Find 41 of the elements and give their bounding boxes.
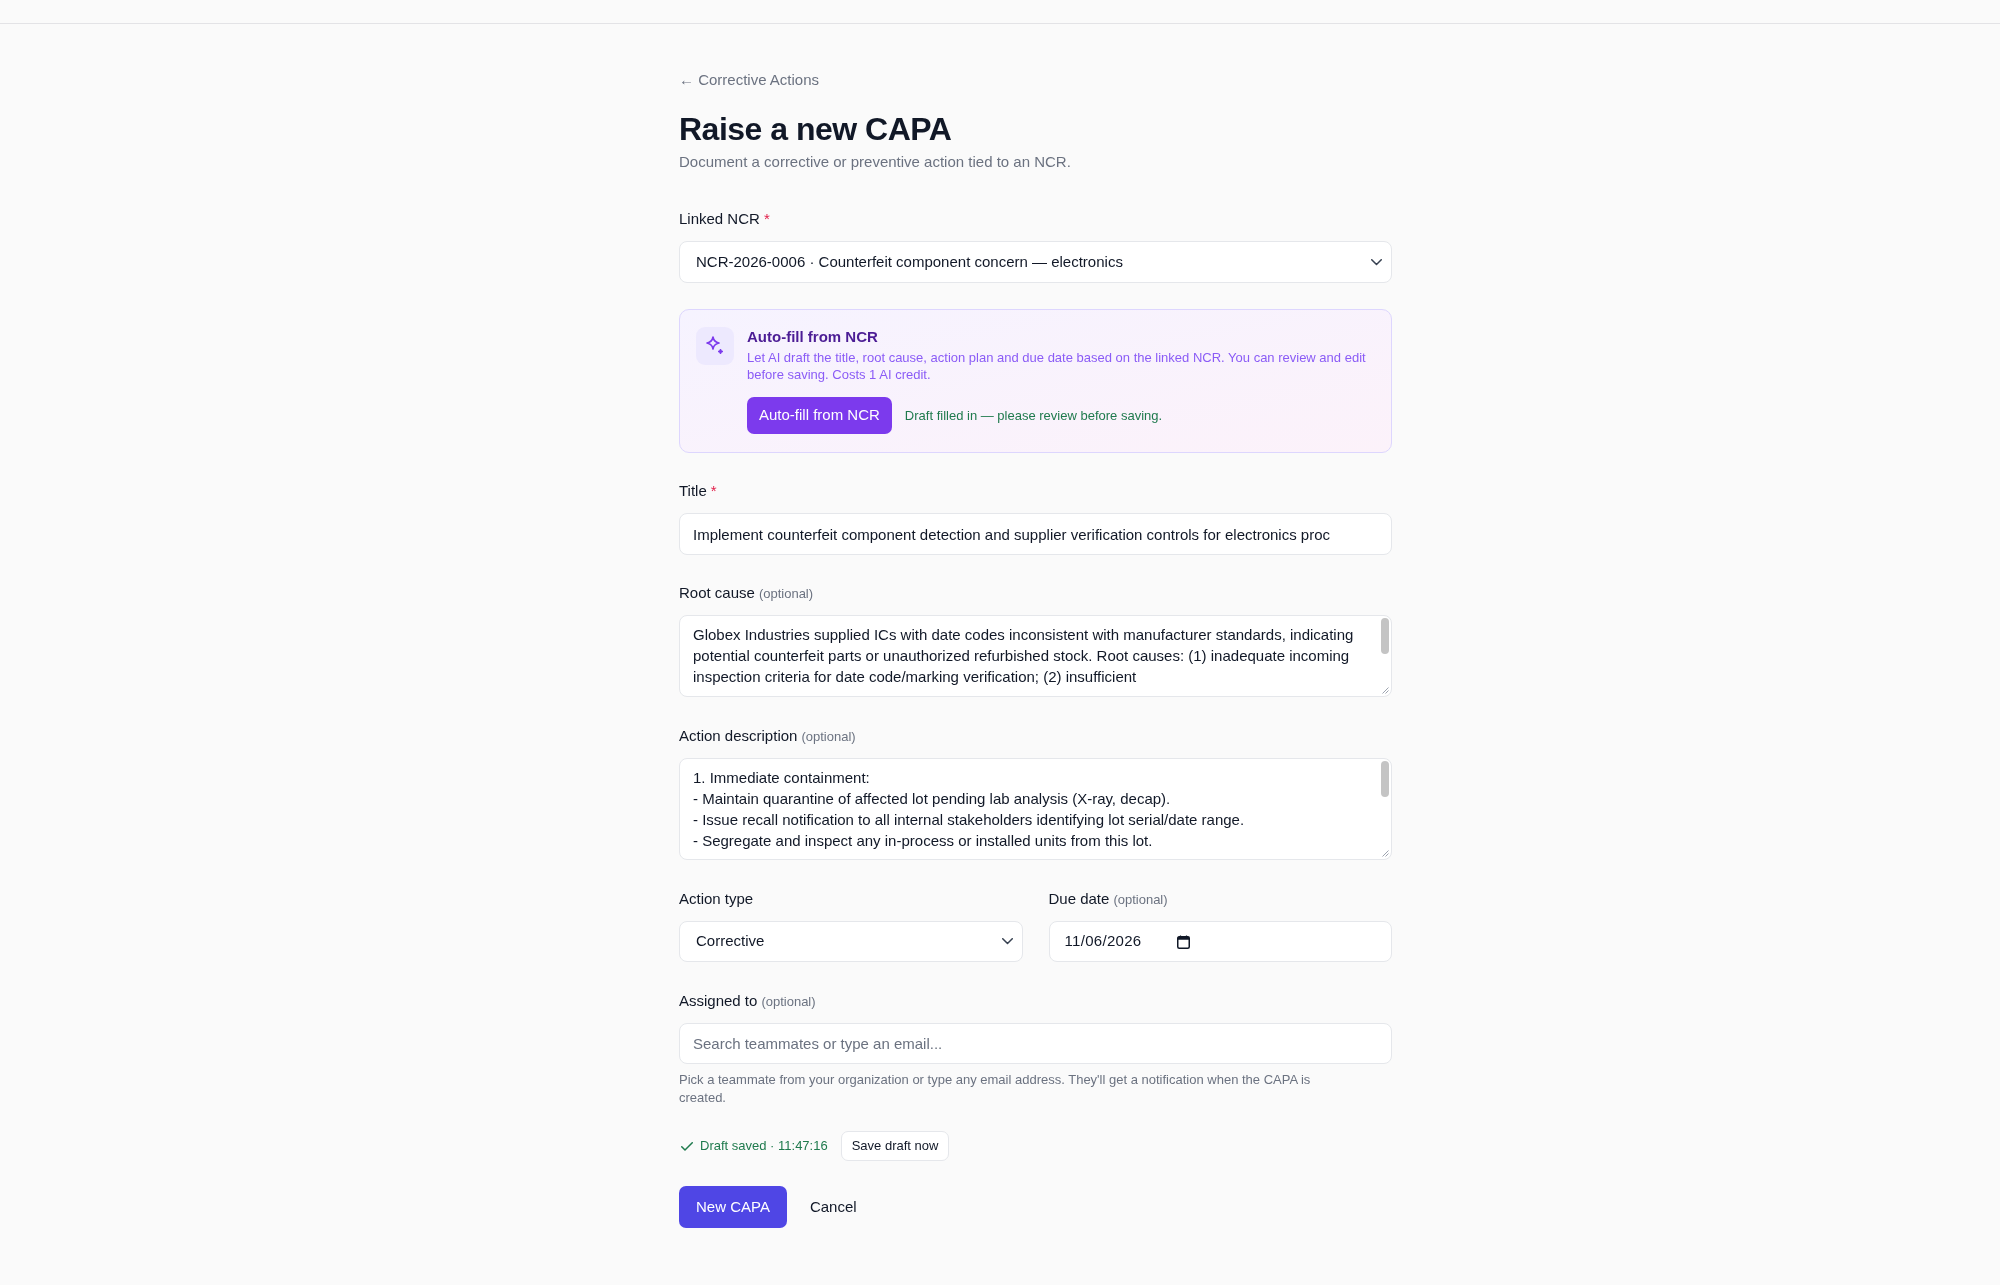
cancel-button[interactable]: Cancel xyxy=(794,1186,872,1228)
optional-hint: (optional) xyxy=(761,993,816,1011)
optional-hint: (optional) xyxy=(1113,891,1168,909)
check-icon xyxy=(681,1141,693,1151)
scrollbar-thumb[interactable] xyxy=(1381,761,1389,797)
save-status: Draft saved · 11:47:16 xyxy=(700,1137,828,1156)
action-type-select[interactable]: Corrective xyxy=(679,921,1023,962)
required-asterisk: * xyxy=(710,481,717,501)
help-text: Pick a teammate from your organization or type any email address. They'll get a notification when the CAPA is created. xyxy=(679,1071,1312,1107)
field-label: Linked NCR xyxy=(679,209,760,229)
field-label: Assigned to xyxy=(679,991,758,1011)
root-cause-field[interactable]: Globex Industries supplied ICs with date codes inconsistent with manufacturer standards, indicating potential counterfeit parts or unauthorized refurbished stock. Root causes: (1) inadequate incoming inspection criteria for date code/marking verification; (2) insufficient xyxy=(679,615,1392,697)
resize-grip-icon[interactable] xyxy=(1382,687,1389,694)
page-subtitle: Document a corrective or preventive action tied to an NCR. xyxy=(679,152,1072,172)
panel-title: Auto-fill from NCR xyxy=(747,327,878,347)
status-message: Draft filled in — please review before saving. xyxy=(904,406,1163,425)
sparkles-icon xyxy=(696,327,734,365)
chevron-down-icon xyxy=(1001,938,1013,945)
required-asterisk: * xyxy=(763,209,770,229)
autofill-button[interactable]: Auto-fill from NCR xyxy=(747,397,892,434)
assignee-search-field[interactable]: Search teammates or type an email... xyxy=(679,1023,1392,1064)
field-label: Action type xyxy=(679,889,754,909)
optional-hint: (optional) xyxy=(758,585,814,603)
chevron-down-icon xyxy=(1371,258,1382,266)
field-label: Due date xyxy=(1048,889,1110,909)
page-title: Raise a new CAPA xyxy=(679,110,953,149)
back-link[interactable]: ← Corrective Actions xyxy=(679,70,820,90)
field-label: Root cause xyxy=(679,583,755,603)
calendar-icon[interactable] xyxy=(1177,934,1191,949)
panel-description: Let AI draft the title, root cause, action plan and due date based on the linked NCR. You can review and edit before saving. Costs 1 AI credit. xyxy=(747,349,1367,383)
due-date-field[interactable]: 11/06/2026 xyxy=(1048,921,1392,962)
resize-grip-icon[interactable] xyxy=(1382,850,1389,857)
field-label: Action description xyxy=(679,726,798,746)
optional-hint: (optional) xyxy=(801,728,856,746)
new-capa-button[interactable]: New CAPA xyxy=(679,1186,787,1228)
scrollbar-thumb[interactable] xyxy=(1381,618,1389,654)
title-input[interactable]: Implement counterfeit component detection and supplier verification controls for electronics proc xyxy=(679,513,1392,555)
save-draft-button[interactable]: Save draft now xyxy=(840,1131,950,1161)
field-label: Title xyxy=(679,481,707,501)
linked-ncr-select[interactable]: NCR-2026-0006 · Counterfeit component concern — electronics xyxy=(679,241,1392,283)
action-description-field[interactable]: 1. Immediate containment: - Maintain quarantine of affected lot pending lab analysis (X-ray, decap). - Issue recall notification to all internal stakeholders identifying lot serial/date range. - Segregate and inspect any in-process or installed units from this lot. xyxy=(679,758,1392,860)
